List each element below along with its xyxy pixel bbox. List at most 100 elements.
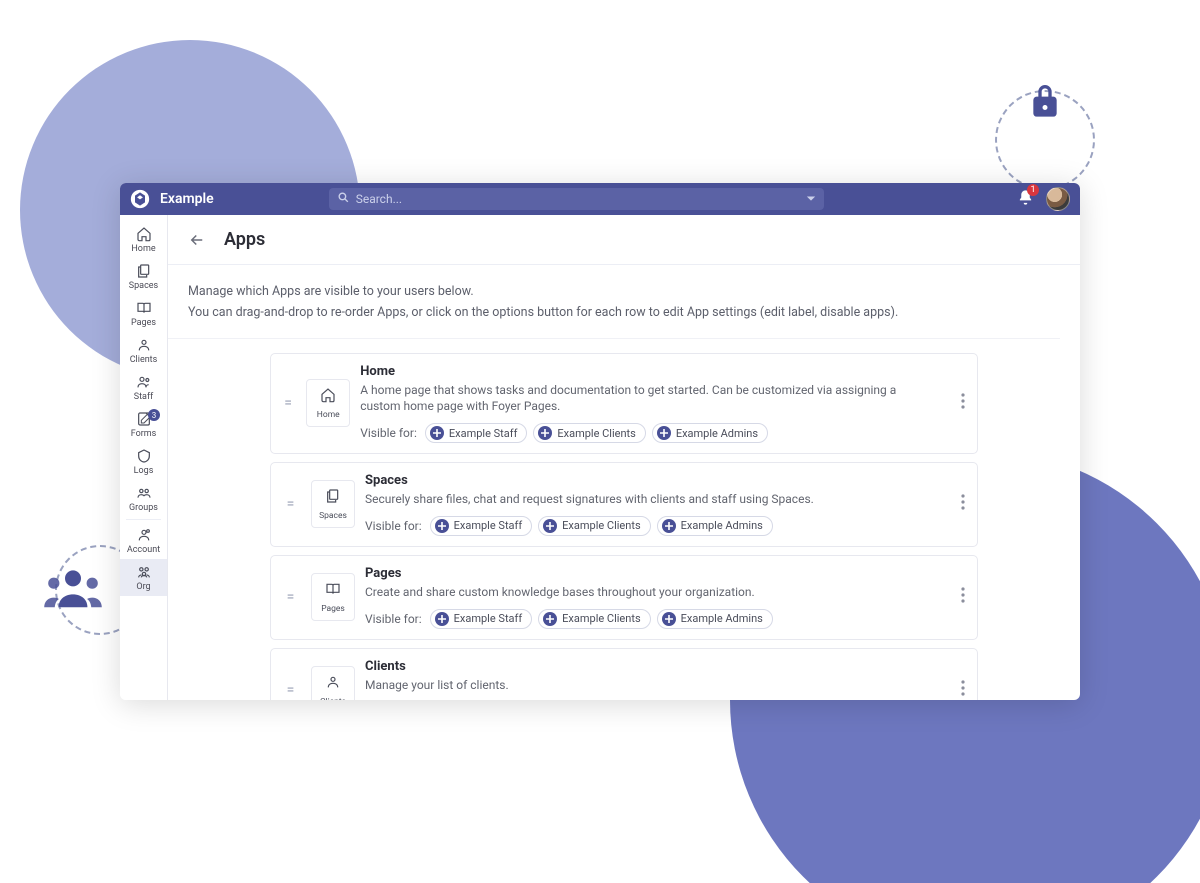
sidebar-item-forms[interactable]: 3 Forms <box>120 406 167 443</box>
forms-badge: 3 <box>148 409 160 421</box>
brand[interactable]: Example <box>130 189 214 209</box>
page-title: Apps <box>224 229 265 250</box>
sidebar-item-label: Pages <box>131 318 156 328</box>
plus-icon <box>662 612 676 626</box>
lock-icon <box>1020 75 1070 125</box>
visibility-chip[interactable]: Example Admins <box>652 423 768 443</box>
drag-handle-icon[interactable]: = <box>279 589 301 605</box>
sidebar-item-org[interactable]: Org <box>120 559 167 596</box>
app-card-home: = Home Home A home page that shows tasks… <box>270 353 978 455</box>
app-card-list: = Home Home A home page that shows tasks… <box>168 353 1080 701</box>
plus-icon <box>435 612 449 626</box>
app-description: Manage your list of clients. <box>365 677 939 694</box>
plus-icon <box>538 426 552 440</box>
brand-name: Example <box>160 191 214 207</box>
visible-for-label: Visible for: <box>365 612 422 626</box>
sidebar: Home Spaces Pages Clients Staff 3 For <box>120 215 168 700</box>
sidebar-item-label: Groups <box>129 503 158 513</box>
app-description: Create and share custom knowledge bases … <box>365 584 939 601</box>
sidebar-item-label: Spaces <box>129 281 158 291</box>
sidebar-item-home[interactable]: Home <box>120 221 167 258</box>
home-icon <box>320 387 336 407</box>
sidebar-item-label: Forms <box>131 429 157 439</box>
app-description: Securely share files, chat and request s… <box>365 491 939 508</box>
sidebar-item-spaces[interactable]: Spaces <box>120 258 167 295</box>
visibility-chip[interactable]: Example Clients <box>538 516 650 536</box>
search-icon <box>337 191 350 207</box>
app-card-spaces: = Spaces Spaces Securely share files, ch… <box>270 462 978 547</box>
plus-icon <box>662 519 676 533</box>
drag-handle-icon[interactable]: = <box>279 395 296 411</box>
sidebar-item-pages[interactable]: Pages <box>120 295 167 332</box>
app-tile-spaces: Spaces <box>311 480 355 528</box>
avatar[interactable] <box>1046 187 1070 211</box>
search-placeholder: Search... <box>356 192 402 206</box>
page-header: Apps <box>168 215 1080 265</box>
sidebar-item-label: Home <box>131 244 155 254</box>
row-options-button[interactable] <box>957 389 969 417</box>
sidebar-item-label: Logs <box>134 466 154 476</box>
chip-label: Example Staff <box>454 519 523 532</box>
sidebar-item-label: Account <box>127 545 160 555</box>
chip-label: Example Staff <box>449 427 518 440</box>
back-button[interactable] <box>188 231 206 249</box>
chevron-down-icon <box>806 192 816 206</box>
visibility-chip[interactable]: Example Staff <box>430 516 533 536</box>
visibility-chip[interactable]: Example Staff <box>430 609 533 629</box>
sidebar-item-staff[interactable]: Staff <box>120 369 167 406</box>
brand-logo-icon <box>130 189 150 209</box>
sidebar-item-clients[interactable]: Clients <box>120 332 167 369</box>
visibility-chip[interactable]: Example Admins <box>657 609 773 629</box>
sidebar-item-account[interactable]: Account <box>120 522 167 559</box>
pages-icon <box>325 581 341 601</box>
app-title: Pages <box>365 566 939 581</box>
notification-count-badge: 1 <box>1027 184 1039 196</box>
app-tile-label: Home <box>317 410 340 420</box>
main-content: Apps Manage which Apps are visible to yo… <box>168 215 1080 700</box>
drag-handle-icon[interactable]: = <box>279 682 301 698</box>
visibility-chip[interactable]: Example Staff <box>425 423 528 443</box>
visible-for-label: Visible for: <box>360 426 417 440</box>
plus-icon <box>435 519 449 533</box>
app-tile-label: Clients <box>320 697 346 700</box>
sidebar-item-groups[interactable]: Groups <box>120 480 167 517</box>
row-options-button[interactable] <box>957 490 969 518</box>
sidebar-item-label: Org <box>136 582 150 592</box>
plus-icon <box>657 426 671 440</box>
app-title: Spaces <box>365 473 939 488</box>
app-tile-pages: Pages <box>311 573 355 621</box>
sidebar-item-label: Clients <box>130 355 158 365</box>
visible-for-label: Visible for: <box>365 519 422 533</box>
people-icon <box>38 563 108 613</box>
visibility-chip[interactable]: Example Clients <box>533 423 645 443</box>
app-title: Home <box>360 364 939 379</box>
plus-icon <box>430 426 444 440</box>
app-window: Example Search... 1 <box>120 183 1080 700</box>
drag-handle-icon[interactable]: = <box>279 496 301 512</box>
app-tile-label: Spaces <box>319 511 347 521</box>
row-options-button[interactable] <box>957 583 969 611</box>
app-description: A home page that shows tasks and documen… <box>360 382 939 416</box>
titlebar: Example Search... 1 <box>120 183 1080 215</box>
row-options-button[interactable] <box>957 676 969 700</box>
app-title: Clients <box>365 659 939 674</box>
decorative-lock-group <box>985 80 1105 200</box>
chip-label: Example Admins <box>681 612 763 625</box>
chip-label: Example Admins <box>676 427 758 440</box>
app-card-clients: = Clients Clients Manage your list of cl… <box>270 648 978 700</box>
chip-label: Example Clients <box>562 612 640 625</box>
sidebar-item-logs[interactable]: Logs <box>120 443 167 480</box>
search-input[interactable]: Search... <box>329 188 824 210</box>
app-card-pages: = Pages Pages Create and share custom kn… <box>270 555 978 640</box>
spaces-icon <box>325 488 341 508</box>
plus-icon <box>543 519 557 533</box>
visibility-chip[interactable]: Example Admins <box>657 516 773 536</box>
notifications-button[interactable]: 1 <box>1017 189 1034 210</box>
chip-label: Example Staff <box>454 612 523 625</box>
app-tile-label: Pages <box>321 604 345 614</box>
clients-icon <box>325 674 341 694</box>
app-tile-clients: Clients <box>311 666 355 700</box>
plus-icon <box>543 612 557 626</box>
visibility-chip[interactable]: Example Clients <box>538 609 650 629</box>
intro-line-1: Manage which Apps are visible to your us… <box>188 281 1060 302</box>
